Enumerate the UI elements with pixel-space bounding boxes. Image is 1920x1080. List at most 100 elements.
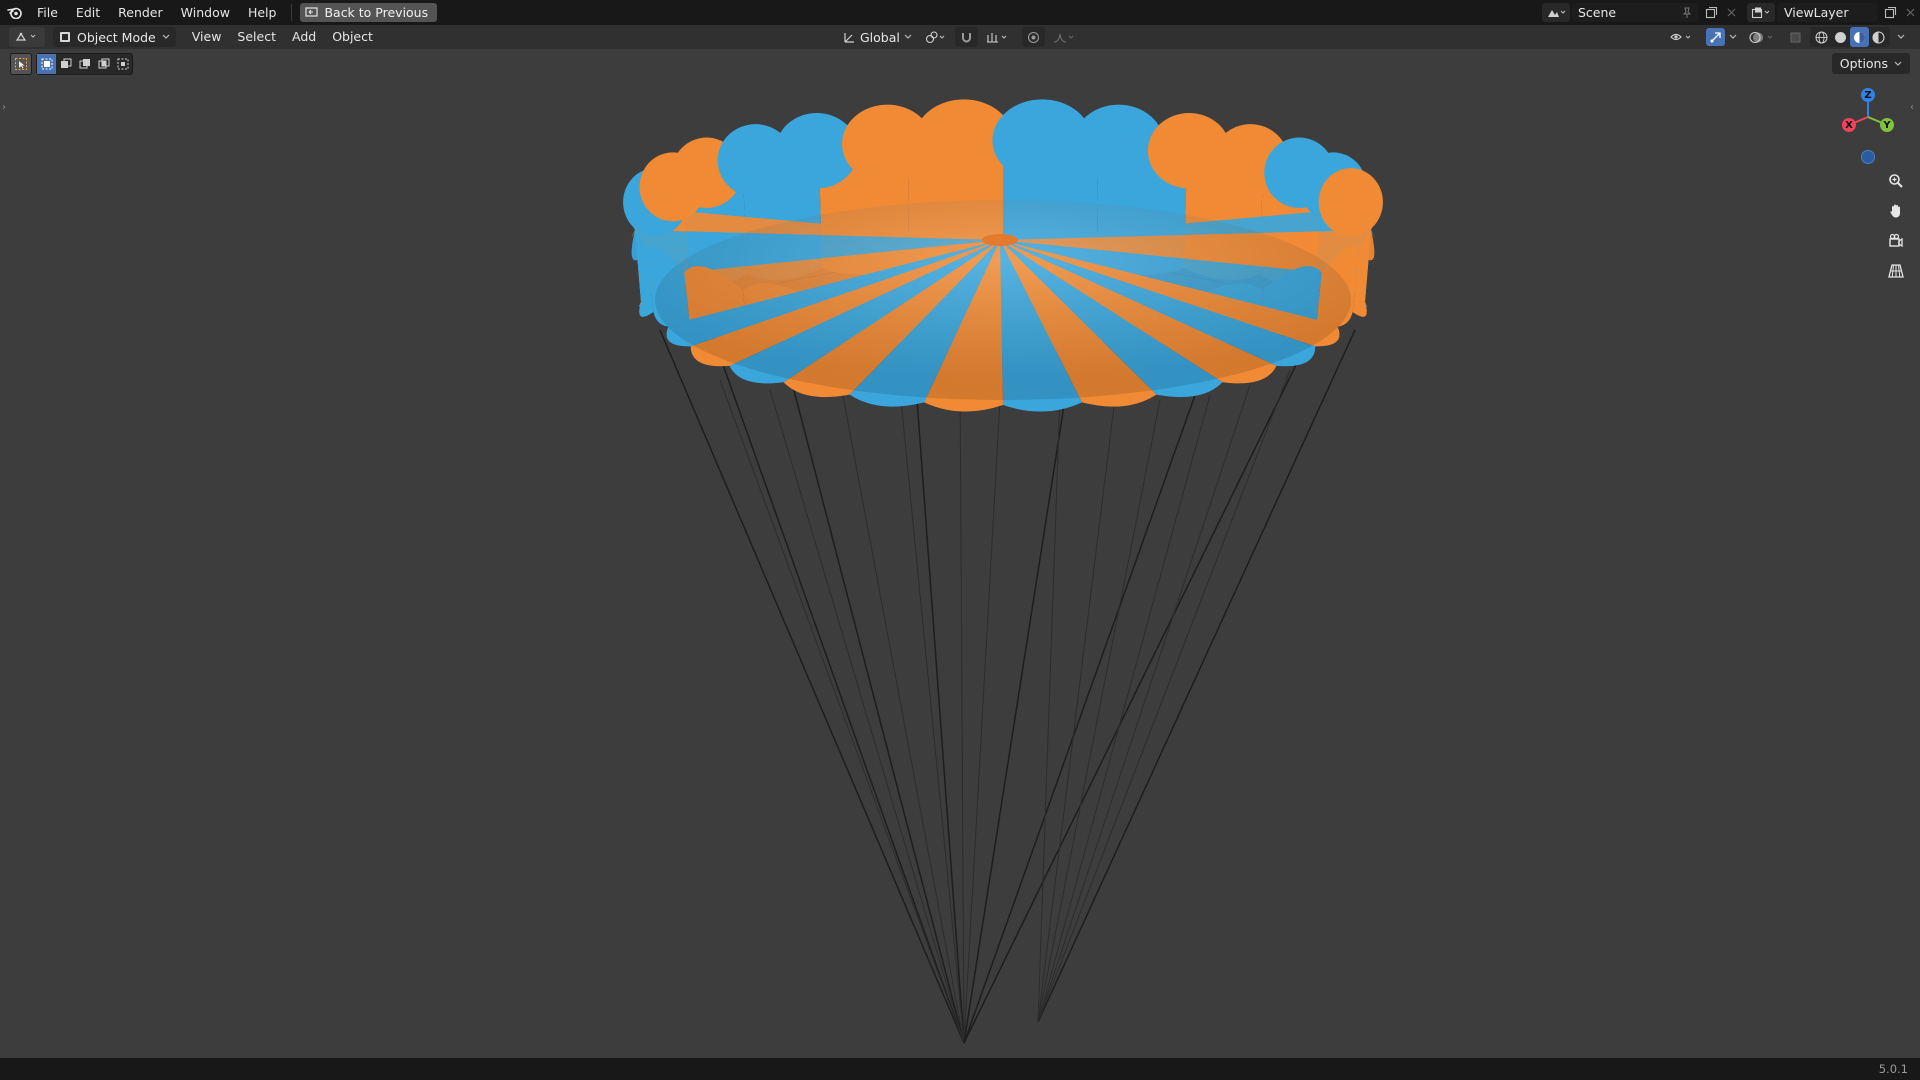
wireframe-shading-button[interactable]: [1812, 27, 1831, 47]
blender-logo-icon[interactable]: [0, 0, 28, 25]
viewport-canvas[interactable]: [0, 0, 1920, 1080]
rendered-shading-button[interactable]: [1869, 27, 1888, 47]
canopy-front-gore: [690, 240, 1000, 367]
canopy-gore-panel: [631, 208, 1000, 240]
grid-perspective-icon: [1888, 264, 1904, 278]
object-mode-dropdown[interactable]: Object Mode: [53, 27, 176, 47]
proportional-edit-icon: [1027, 31, 1039, 43]
top-bar: File Edit Render Window Help Back to Pre…: [0, 0, 1920, 25]
suspension-line: [904, 234, 965, 1044]
canopy-skirt-puff: [1184, 141, 1264, 280]
suspension-line: [899, 389, 965, 1044]
menu-view[interactable]: View: [184, 25, 230, 49]
zoom-button[interactable]: [1883, 168, 1909, 194]
menu-help[interactable]: Help: [239, 0, 286, 25]
object-mode-icon: [60, 32, 70, 42]
snap-increment-icon: [986, 32, 1007, 43]
snap-toggle[interactable]: [954, 27, 978, 47]
canopy-gore-panel: [1000, 230, 1375, 261]
transform-pivot-dropdown[interactable]: [920, 27, 952, 47]
solid-shading-button[interactable]: [1831, 27, 1850, 47]
sidebar-expand-arrow-icon[interactable]: ‹: [1910, 101, 1918, 115]
select-extend-icon: [60, 58, 71, 68]
suspension-line: [1037, 397, 1116, 1023]
scene-browse-button[interactable]: [1542, 3, 1570, 22]
pivot-point-icon: [925, 30, 945, 43]
scene-name: Scene: [1578, 5, 1617, 20]
gizmo-toggle[interactable]: [1701, 27, 1742, 47]
menu-window[interactable]: Window: [172, 0, 239, 25]
pan-button[interactable]: [1883, 198, 1909, 224]
canopy-front-gore: [1000, 240, 1277, 384]
object-visibility-dropdown[interactable]: [1665, 27, 1699, 47]
toggle-perspective-button[interactable]: [1883, 258, 1909, 284]
canopy-skirt-puff: [647, 245, 690, 327]
3d-viewport-icon: [15, 32, 36, 41]
canopy-skirt-puff: [1258, 157, 1322, 288]
gizmo-negative-z-axis[interactable]: [1861, 150, 1875, 164]
canopy-top-puff: [992, 99, 1092, 182]
selection-mode-group: [36, 53, 133, 75]
canopy-skirt-puff: [1316, 177, 1359, 297]
select-tool-button[interactable]: [10, 53, 32, 75]
menu-object[interactable]: Object: [324, 25, 381, 49]
editor-type-button[interactable]: [9, 27, 45, 47]
canopy-top-puff: [1147, 112, 1231, 189]
view-layer-browse-button[interactable]: [1747, 3, 1775, 22]
select-new-mode[interactable]: [37, 54, 56, 74]
overlays-icon: [1749, 31, 1773, 43]
menu-render[interactable]: Render: [109, 0, 172, 25]
pin-icon[interactable]: [1682, 7, 1692, 19]
transform-orientation-dropdown[interactable]: Global: [838, 27, 917, 47]
snap-target-dropdown[interactable]: [981, 27, 1015, 47]
menu-add[interactable]: Add: [284, 25, 324, 49]
material-preview-shading-button[interactable]: [1850, 27, 1869, 47]
proportional-falloff-dropdown[interactable]: [1048, 27, 1082, 47]
gizmo-y-axis[interactable]: Y: [1880, 118, 1894, 132]
canopy-skirt-puff: [1258, 266, 1322, 336]
canopy-skirt-puff: [1352, 199, 1375, 307]
canopy-front-gore: [1000, 240, 1223, 398]
canopy-gore-panel: [1000, 240, 1187, 331]
parachute-canopy[interactable]: [623, 99, 1383, 412]
back-to-previous-button[interactable]: Back to Previous: [300, 3, 438, 22]
proportional-editing-toggle[interactable]: [1021, 27, 1045, 47]
options-dropdown[interactable]: Options: [1831, 53, 1910, 74]
camera-view-button[interactable]: [1883, 228, 1909, 254]
gizmo-z-axis[interactable]: Z: [1861, 88, 1875, 102]
tool-settings-strip: [10, 53, 133, 75]
navigation-gizmo[interactable]: Z X Y: [1838, 84, 1898, 174]
suspension-line: [1037, 399, 1161, 1023]
eye-selectable-icon: [1670, 33, 1691, 40]
new-scene-button[interactable]: [1701, 3, 1721, 22]
menu-select[interactable]: Select: [229, 25, 284, 49]
xray-toggle[interactable]: [1784, 27, 1808, 47]
canopy-front-gore: [1000, 240, 1340, 347]
suspension-line: [719, 379, 965, 1044]
scene-name-field[interactable]: Scene: [1572, 3, 1698, 22]
canopy-top-puff: [1318, 168, 1383, 237]
select-subtract-mode[interactable]: [75, 54, 94, 74]
shading-options-dropdown[interactable]: [1892, 27, 1910, 47]
delete-view-layer-button[interactable]: [1900, 3, 1920, 22]
menu-file[interactable]: File: [28, 0, 67, 25]
suspension-line: [839, 379, 965, 1044]
new-view-layer-button[interactable]: [1880, 3, 1900, 22]
overlays-toggle[interactable]: [1744, 27, 1782, 47]
select-invert-mode[interactable]: [94, 54, 113, 74]
select-intersect-mode[interactable]: [113, 54, 132, 74]
select-extend-mode[interactable]: [56, 54, 75, 74]
view-layer-name: ViewLayer: [1784, 5, 1849, 20]
canopy-top-puff: [1264, 137, 1335, 208]
view-layer-name-field[interactable]: ViewLayer: [1777, 3, 1877, 22]
menu-edit[interactable]: Edit: [67, 0, 109, 25]
canopy-top-puff: [1300, 152, 1367, 222]
canopy-gore-panel: [1000, 240, 1322, 303]
canopy-skirt-puff: [1184, 283, 1264, 343]
suspension-line: [1037, 369, 1291, 1023]
canopy-front-gore: [924, 240, 1003, 412]
toolbar-expand-arrow-icon[interactable]: ›: [2, 101, 10, 115]
delete-scene-button[interactable]: [1721, 3, 1741, 22]
canopy-front-gore: [783, 240, 1000, 398]
gizmo-x-axis[interactable]: X: [1842, 118, 1856, 132]
